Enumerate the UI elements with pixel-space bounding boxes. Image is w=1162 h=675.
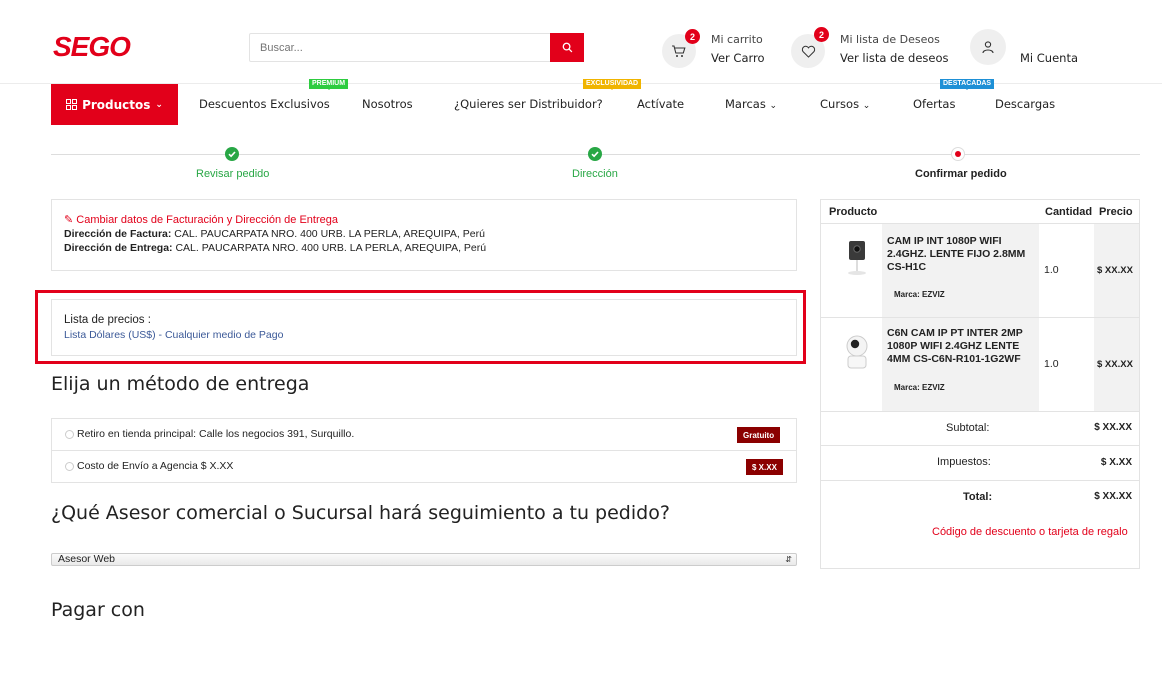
tax-label: Impuestos:	[937, 456, 991, 468]
shipping-address-value: CAL. PAUCARPATA NRO. 400 URB. LA PERLA, …	[175, 242, 487, 254]
delivery-agency-label: Costo de Envío a Agencia $ X.XX	[77, 460, 234, 472]
delivery-store-label: Retiro en tienda principal: Calle los ne…	[77, 428, 355, 440]
view-wishlist-link[interactable]: Ver lista de deseos	[840, 51, 949, 65]
cart-icon	[672, 45, 686, 57]
nav-distribuidor[interactable]: ¿Quieres ser Distribuidor?	[454, 97, 603, 111]
summary-header-qty: Cantidad	[1045, 206, 1093, 218]
nav-cursos[interactable]: Cursos ⌄	[820, 97, 870, 111]
nav-ofertas[interactable]: Ofertas	[913, 97, 955, 111]
wishlist-count-badge: 2	[814, 27, 829, 42]
price-list-highlight	[35, 290, 806, 364]
delivery-radio-store[interactable]	[65, 430, 74, 439]
shipping-address: Dirección de Entrega: CAL. PAUCARPATA NR…	[64, 242, 486, 254]
search-input[interactable]	[250, 34, 550, 61]
grid-icon	[66, 99, 78, 110]
delivery-section-title: Elija un método de entrega	[51, 373, 310, 395]
product-name[interactable]: C6N CAM IP PT INTER 2MP 1080P WIFI 2.4GH…	[887, 327, 1037, 366]
tax-value: $ X.XX	[1100, 457, 1132, 468]
price-list-title: Lista de precios :	[64, 314, 151, 326]
delivery-store-price-badge: Gratuito	[737, 427, 781, 443]
user-icon	[982, 41, 994, 54]
select-arrows-icon: ⇵	[785, 555, 792, 564]
delivery-option-store[interactable]: Retiro en tienda principal: Calle los ne…	[51, 418, 797, 451]
billing-address-label: Dirección de Factura:	[64, 228, 172, 240]
destacadas-tag: DESTACADAS	[940, 79, 995, 90]
search-box	[249, 33, 584, 62]
nav-activate[interactable]: Actívate	[637, 97, 684, 111]
edit-icon: ✎	[64, 214, 74, 226]
subtotal-value: $ XX.XX	[1094, 422, 1132, 433]
wishlist-title: Mi lista de Deseos	[840, 33, 940, 46]
chevron-down-icon: ⌄	[769, 101, 778, 111]
nav-cursos-label: Cursos	[820, 97, 860, 111]
cart-count-badge: 2	[685, 29, 700, 44]
step-check-icon	[588, 147, 602, 161]
nav-descargas[interactable]: Descargas	[995, 97, 1055, 111]
nav-nosotros[interactable]: Nosotros	[362, 97, 413, 111]
billing-address-value: CAL. PAUCARPATA NRO. 400 URB. LA PERLA, …	[174, 228, 485, 240]
advisor-select[interactable]: Asesor Web ⇵	[51, 553, 797, 566]
totals-divider	[821, 445, 1139, 446]
account-button[interactable]	[970, 29, 1006, 65]
change-address-link[interactable]: ✎ Cambiar datos de Facturación y Direcci…	[64, 213, 338, 226]
my-account-link[interactable]: Mi Cuenta	[1020, 51, 1078, 65]
product-price: $ XX.XX	[1097, 265, 1133, 276]
totals-divider	[821, 480, 1139, 481]
billing-address: Dirección de Factura: CAL. PAUCARPATA NR…	[64, 228, 485, 240]
product-image-camera-h1c	[848, 241, 866, 275]
cart-title: Mi carrito	[711, 33, 763, 46]
chevron-down-icon: ⌄	[862, 101, 871, 111]
nav-marcas-label: Marcas	[725, 97, 766, 111]
totals-divider	[821, 411, 1139, 412]
change-address-label: Cambiar datos de Facturación y Dirección…	[76, 214, 338, 226]
shipping-address-label: Dirección de Entrega:	[64, 242, 173, 254]
search-icon	[562, 42, 572, 53]
product-qty: 1.0	[1044, 264, 1059, 276]
payment-section-title: Pagar con	[51, 599, 145, 621]
chevron-down-icon: ⌄	[155, 99, 163, 110]
premium-tag: PREMIUM	[309, 79, 349, 90]
price-list-value[interactable]: Lista Dólares (US$) - Cualquier medio de…	[64, 329, 283, 341]
exclusividad-tag: EXCLUSIVIDAD	[583, 79, 642, 90]
delivery-radio-agency[interactable]	[65, 462, 74, 471]
total-label: Total:	[963, 491, 993, 503]
step-current-icon	[951, 147, 965, 161]
view-cart-link[interactable]: Ver Carro	[711, 51, 765, 65]
delivery-option-agency[interactable]: Costo de Envío a Agencia $ X.XX $ X.XX	[51, 450, 797, 483]
step-address[interactable]: Dirección	[572, 168, 618, 180]
delivery-agency-price-badge: $ X.XX	[746, 459, 783, 475]
product-price: $ XX.XX	[1097, 359, 1133, 370]
product-brand: Marca: EZVIZ	[894, 383, 945, 392]
total-value: $ XX.XX	[1094, 491, 1132, 502]
step-confirm-order: Confirmar pedido	[915, 168, 1007, 180]
products-menu-label: Productos	[82, 97, 151, 112]
products-menu-button[interactable]: Productos ⌄	[51, 84, 178, 125]
advisor-selected-value: Asesor Web	[58, 553, 115, 565]
product-brand: Marca: EZVIZ	[894, 290, 945, 299]
step-check-icon	[225, 147, 239, 161]
heart-icon	[801, 45, 815, 58]
logo-text: SEGO	[53, 31, 131, 61]
nav-marcas[interactable]: Marcas ⌄	[725, 97, 777, 111]
subtotal-label: Subtotal:	[946, 422, 990, 434]
step-review-order[interactable]: Revisar pedido	[196, 168, 269, 180]
summary-header-price: Precio	[1099, 206, 1133, 218]
discount-code-link[interactable]: Código de descuento o tarjeta de regalo	[932, 526, 1128, 538]
nav-descuentos-exclusivos[interactable]: Descuentos Exclusivos	[199, 97, 330, 111]
product-image-camera-c6n	[846, 335, 868, 369]
search-button[interactable]	[550, 33, 584, 62]
summary-header-product: Producto	[829, 206, 878, 218]
advisor-section-title: ¿Qué Asesor comercial o Sucursal hará se…	[51, 502, 670, 524]
product-qty: 1.0	[1044, 358, 1059, 370]
sego-logo[interactable]: SEGO	[51, 31, 143, 61]
product-name[interactable]: CAM IP INT 1080P WIFI 2.4GHZ. LENTE FIJO…	[887, 235, 1037, 274]
